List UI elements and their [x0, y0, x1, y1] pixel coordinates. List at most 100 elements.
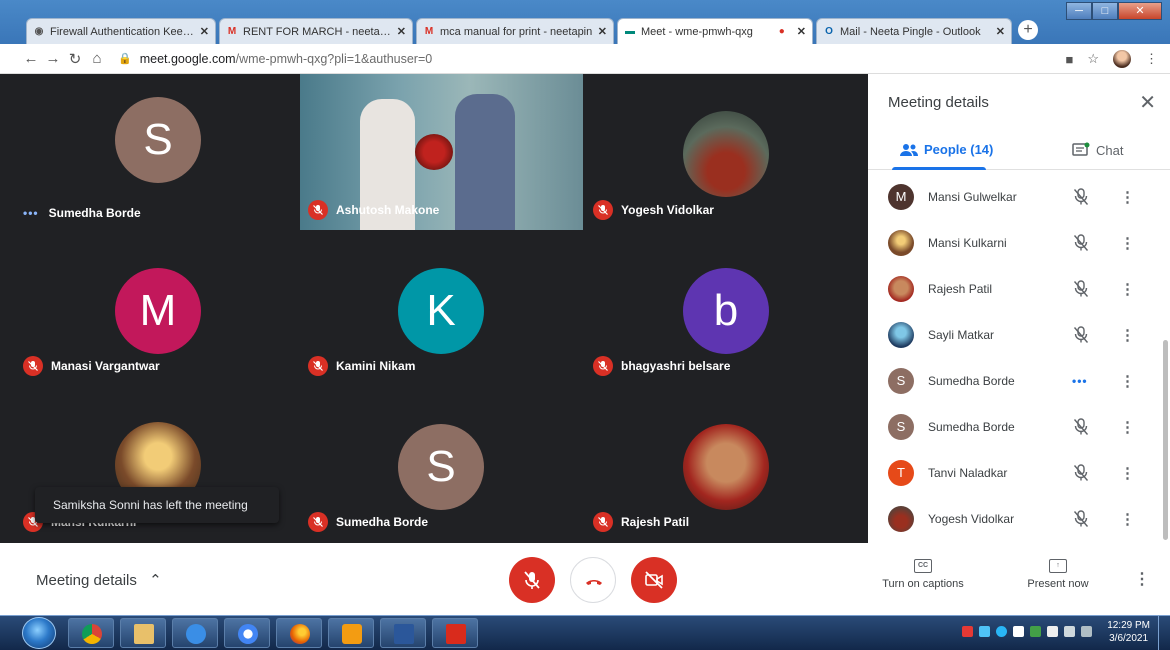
tile-label: ••• Sumedha Borde — [23, 206, 141, 220]
system-clock[interactable]: 12:29 PM 3/6/2021 — [1107, 619, 1150, 645]
participant-tile[interactable]: K Kamini Nikam — [300, 230, 583, 386]
participant-tile[interactable]: Ashutosh Makone — [300, 74, 583, 230]
home-icon[interactable]: ⌂ — [86, 50, 108, 67]
mic-off-icon[interactable] — [1073, 280, 1089, 298]
list-item[interactable]: S Sumedha Borde ••• ⋮ — [868, 358, 1170, 404]
meeting-toolbar: Meeting details ⌃ CC Turn on captions ↑ … — [0, 543, 1170, 615]
close-tab-icon[interactable]: ✕ — [996, 25, 1005, 38]
taskbar-word[interactable] — [380, 618, 426, 648]
more-options-icon[interactable]: ⋮ — [1120, 234, 1135, 252]
more-options-icon[interactable]: ⋮ — [1120, 188, 1135, 206]
tray-icon[interactable] — [962, 626, 973, 637]
participant-tile[interactable]: M Manasi Vargantwar — [15, 230, 298, 386]
outlook-icon: O — [825, 25, 833, 37]
list-item[interactable]: Rajesh Patil ⋮ — [868, 266, 1170, 312]
taskbar-media[interactable] — [328, 618, 374, 648]
taskbar-firefox[interactable] — [276, 618, 322, 648]
camera-icon[interactable]: ■ — [1065, 52, 1073, 67]
participant-tile[interactable]: Rajesh Patil — [585, 386, 868, 542]
participant-tile[interactable]: S Sumedha Borde — [300, 386, 583, 542]
close-tab-icon[interactable]: ✕ — [797, 25, 806, 38]
taskbar-chrome-alt[interactable] — [224, 618, 270, 648]
participant-name: Sumedha Borde — [928, 374, 1015, 388]
tab-firewall[interactable]: ◉ Firewall Authentication Keepaliv ✕ — [26, 18, 216, 44]
tab-chat-label: Chat — [1096, 142, 1124, 158]
lock-icon[interactable]: 🔒 — [118, 52, 132, 65]
list-item[interactable]: T Tanvi Naladkar ⋮ — [868, 450, 1170, 496]
people-icon — [900, 143, 918, 156]
taskbar-chrome[interactable] — [68, 618, 114, 648]
tab-meet[interactable]: ▬ Meet - wme-pmwh-qxg ● ✕ — [617, 18, 813, 44]
new-tab-button[interactable]: + — [1018, 20, 1038, 40]
star-icon[interactable]: ☆ — [1087, 51, 1099, 67]
mic-off-icon[interactable] — [1073, 510, 1089, 528]
taskbar-acrobat[interactable] — [432, 618, 478, 648]
back-arrow-icon[interactable]: ← — [20, 50, 42, 67]
microphone-toggle-button[interactable] — [509, 557, 555, 603]
present-now-button[interactable]: ↑ Present now — [1018, 559, 1098, 590]
tab-people[interactable]: People (14) — [900, 142, 993, 157]
participant-name: Sumedha Borde — [928, 420, 1015, 434]
more-options-icon[interactable]: ⋮ — [1120, 280, 1135, 298]
maximize-button[interactable]: □ — [1092, 2, 1118, 20]
participant-tile[interactable]: Yogesh Vidolkar — [585, 74, 868, 230]
more-options-icon[interactable]: ⋮ — [1120, 510, 1135, 528]
mic-off-icon[interactable] — [1073, 234, 1089, 252]
camera-toggle-button[interactable] — [631, 557, 677, 603]
close-tab-icon[interactable]: ✕ — [397, 25, 406, 38]
mic-off-icon[interactable] — [1073, 326, 1089, 344]
participant-name: bhagyashri belsare — [621, 359, 731, 373]
participant-tile[interactable]: b bhagyashri belsare — [585, 230, 868, 386]
meet-stage: S ••• Sumedha Borde Ashutosh Makone Yoge… — [0, 74, 1170, 615]
list-item[interactable]: S Sumedha Borde ⋮ — [868, 404, 1170, 450]
start-button[interactable] — [22, 617, 56, 649]
tab-label: Meet - wme-pmwh-qxg — [641, 25, 753, 38]
list-item[interactable]: M Mansi Gulwelkar ⋮ — [868, 174, 1170, 220]
volume-icon[interactable] — [1064, 626, 1075, 637]
firefox-icon — [290, 624, 310, 644]
browser-menu-icon[interactable]: ⋮ — [1145, 51, 1158, 67]
reload-icon[interactable]: ↻ — [64, 50, 86, 68]
tray-icon[interactable] — [996, 626, 1007, 637]
participant-tile[interactable]: S ••• Sumedha Borde — [15, 74, 298, 230]
close-icon[interactable]: ✕ — [1139, 90, 1156, 115]
tray-icon[interactable] — [1047, 626, 1058, 637]
captions-button[interactable]: CC Turn on captions — [878, 559, 968, 590]
close-tab-icon[interactable]: ✕ — [200, 25, 209, 38]
flag-icon[interactable] — [1013, 626, 1024, 637]
tray-icon[interactable] — [979, 626, 990, 637]
hang-up-icon — [586, 580, 602, 585]
network-icon[interactable] — [1081, 626, 1092, 637]
mic-off-icon[interactable] — [1073, 188, 1089, 206]
meeting-details-button[interactable]: Meeting details ⌃ — [36, 571, 162, 589]
profile-avatar[interactable] — [1113, 50, 1131, 68]
tab-outlook[interactable]: O Mail - Neeta Pingle - Outlook ✕ — [816, 18, 1012, 44]
more-options-icon[interactable]: ⋮ — [1120, 418, 1135, 436]
leave-call-button[interactable] — [570, 557, 616, 603]
close-window-button[interactable]: ✕ — [1118, 2, 1162, 20]
tab-chat[interactable]: Chat — [1072, 142, 1123, 158]
taskbar-explorer[interactable] — [120, 618, 166, 648]
list-item[interactable]: Yogesh Vidolkar ⋮ — [868, 496, 1170, 542]
more-options-icon[interactable]: ⋮ — [1120, 372, 1135, 390]
more-options-icon[interactable]: ⋮ — [1120, 326, 1135, 344]
panel-scrollbar[interactable] — [1163, 340, 1168, 540]
tray-icon[interactable] — [1030, 626, 1041, 637]
tab-label: RENT FOR MARCH - neetapingl — [243, 25, 393, 38]
taskbar-ie[interactable] — [172, 618, 218, 648]
show-desktop-button[interactable] — [1158, 616, 1170, 650]
close-tab-icon[interactable]: ✕ — [598, 25, 607, 38]
list-item[interactable]: Mansi Kulkarni ⋮ — [868, 220, 1170, 266]
participant-name: Yogesh Vidolkar — [621, 203, 714, 217]
more-options-icon[interactable]: ⋮ — [1120, 464, 1135, 482]
minimize-button[interactable]: ─ — [1066, 2, 1092, 20]
tab-rent-for-march[interactable]: M RENT FOR MARCH - neetapingl ✕ — [219, 18, 413, 44]
url-field[interactable]: meet.google.com/wme-pmwh-qxg?pli=1&authu… — [140, 52, 433, 66]
mic-off-icon[interactable] — [1073, 418, 1089, 436]
list-item[interactable]: Sayli Matkar ⋮ — [868, 312, 1170, 358]
avatar — [888, 322, 914, 348]
mic-off-icon[interactable] — [1073, 464, 1089, 482]
tab-mca-manual[interactable]: M mca manual for print - neetapin ✕ — [416, 18, 614, 44]
forward-arrow-icon[interactable]: → — [42, 50, 64, 67]
more-options-icon[interactable]: ⋮ — [1134, 569, 1150, 589]
